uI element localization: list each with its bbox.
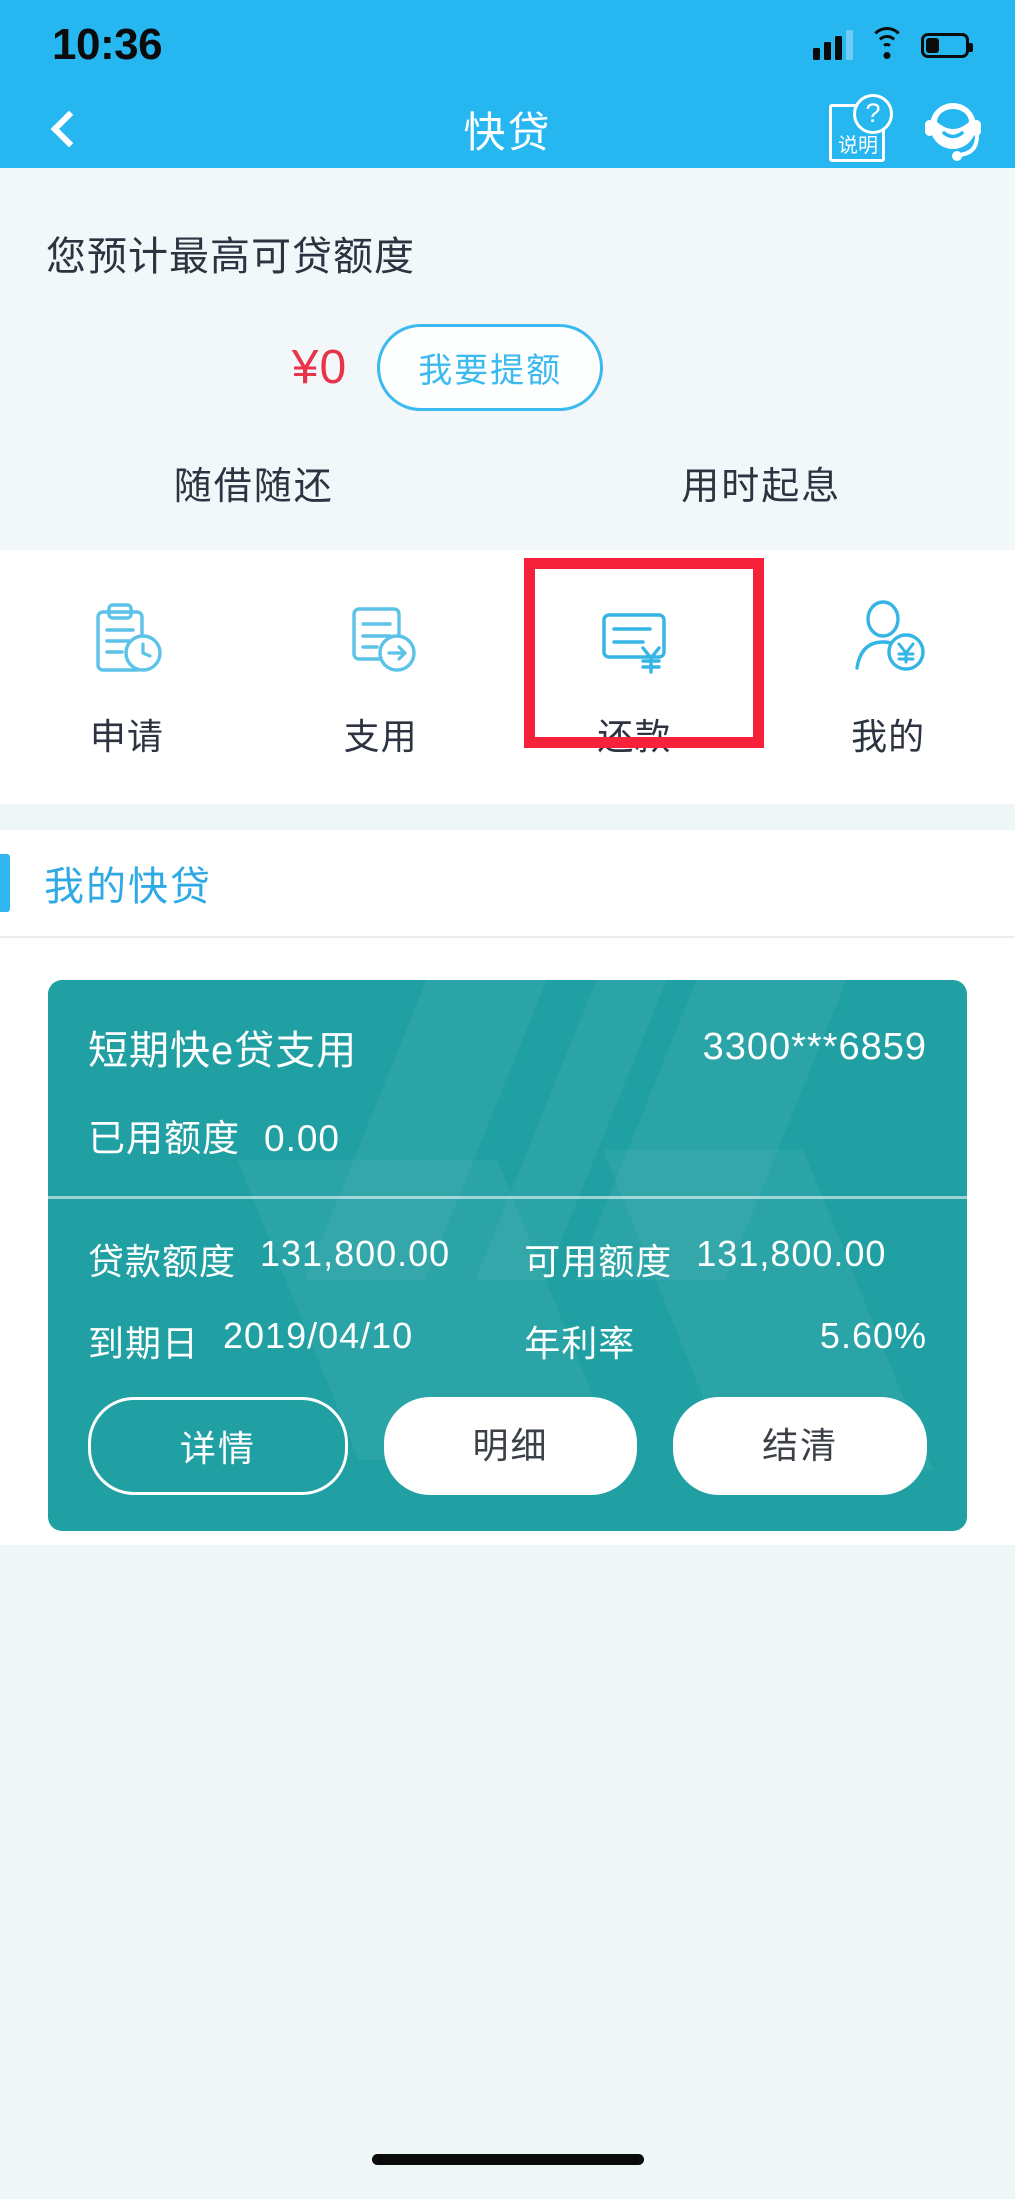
raise-limit-button[interactable]: 我要提额 bbox=[377, 324, 604, 411]
disburse-document-arrow-icon bbox=[342, 600, 420, 678]
loan-terms-row: 到期日 2019/04/10 年利率 5.60% bbox=[88, 1315, 927, 1367]
loan-field-credit-limit: 贷款额度 131,800.00 bbox=[88, 1233, 524, 1285]
nav-bar: 快贷 ? 说明 bbox=[0, 90, 1015, 168]
app-screen: 10:36 快贷 ? 说明 您预计最高可贷额度 ¥0 我要提额 随借随还 用时起… bbox=[0, 0, 1015, 2199]
status-clock: 10:36 bbox=[52, 20, 163, 69]
nav-item-repayment[interactable]: 还款 bbox=[508, 600, 762, 760]
loan-field-due-date-value: 2019/04/10 bbox=[223, 1315, 414, 1356]
status-indicators bbox=[813, 27, 973, 60]
loan-card-actions: 详情 明细 结清 bbox=[88, 1397, 928, 1495]
quota-title: 您预计最高可贷额度 bbox=[46, 235, 415, 279]
loan-field-available-limit-label: 可用额度 bbox=[524, 1241, 673, 1282]
nav-actions: ? 说明 bbox=[829, 93, 989, 165]
loan-settle-button[interactable]: 结清 bbox=[673, 1397, 928, 1495]
loan-account-number: 3300***6859 bbox=[702, 1025, 927, 1068]
back-chevron-icon bbox=[50, 110, 88, 148]
profile-person-yuan-icon bbox=[849, 600, 927, 678]
quota-amount-row: ¥0 我要提额 bbox=[0, 324, 1015, 411]
nav-item-repayment-label: 还款 bbox=[597, 716, 672, 757]
loan-card-title-row: 短期快e贷支用 3300***6859 bbox=[88, 1018, 927, 1076]
nav-item-apply-label: 申请 bbox=[89, 716, 164, 757]
help-label: 说明 bbox=[838, 135, 878, 157]
page-footer-space bbox=[0, 1545, 1015, 2105]
loan-details-button[interactable]: 详情 bbox=[88, 1397, 348, 1495]
quota-amount: ¥0 bbox=[291, 341, 348, 394]
loan-field-due-date-label: 到期日 bbox=[88, 1323, 200, 1364]
status-bar: 10:36 bbox=[0, 0, 1015, 90]
loan-card-wrap: 短期快e贷支用 3300***6859 已用额度 0.00 贷款额度 131,80… bbox=[0, 938, 1015, 1531]
nav-item-apply[interactable]: 申请 bbox=[0, 600, 254, 760]
feature-row: 随借随还 用时起息 bbox=[0, 455, 1015, 550]
customer-service-button[interactable] bbox=[917, 93, 989, 165]
my-loans-header: 我的快贷 bbox=[0, 830, 1015, 938]
loan-statement-button[interactable]: 明细 bbox=[383, 1397, 638, 1495]
loan-card-body: 贷款额度 131,800.00 可用额度 131,800.00 到期日 2019… bbox=[48, 1199, 967, 1531]
home-indicator bbox=[371, 2154, 644, 2165]
loan-field-interest-rate-label: 年利率 bbox=[524, 1323, 636, 1364]
section-gap bbox=[0, 804, 1015, 830]
battery-icon bbox=[921, 32, 973, 58]
loan-card[interactable]: 短期快e贷支用 3300***6859 已用额度 0.00 贷款额度 131,80… bbox=[48, 980, 967, 1531]
feature-item-1: 用时起息 bbox=[681, 466, 842, 508]
loan-used-amount-row: 已用额度 0.00 bbox=[88, 1108, 927, 1162]
loan-field-interest-rate-value: 5.60% bbox=[819, 1315, 927, 1356]
feature-item-0: 随借随还 bbox=[173, 466, 334, 508]
nav-item-disburse-label: 支用 bbox=[343, 716, 418, 757]
loan-field-credit-limit-value: 131,800.00 bbox=[260, 1233, 451, 1274]
wifi-icon bbox=[869, 27, 905, 59]
help-button[interactable]: ? 说明 bbox=[829, 94, 893, 162]
loan-field-due-date: 到期日 2019/04/10 bbox=[88, 1315, 524, 1367]
loan-field-available-limit: 可用额度 131,800.00 bbox=[524, 1233, 927, 1285]
loan-field-credit-limit-label: 贷款额度 bbox=[88, 1241, 237, 1282]
section-accent-bar bbox=[0, 854, 10, 912]
my-loans-title: 我的快贷 bbox=[44, 865, 212, 909]
loan-card-top: 短期快e贷支用 3300***6859 已用额度 0.00 bbox=[48, 980, 967, 1196]
card-tail bbox=[0, 1531, 1015, 1545]
nav-item-profile[interactable]: 我的 bbox=[761, 600, 1015, 760]
nav-item-disburse[interactable]: 支用 bbox=[254, 600, 508, 760]
loan-field-available-limit-value: 131,800.00 bbox=[696, 1233, 887, 1274]
loan-limits-row: 贷款额度 131,800.00 可用额度 131,800.00 bbox=[88, 1233, 927, 1285]
loan-used-value: 0.00 bbox=[264, 1118, 341, 1159]
icon-nav: 申请 支用 还款 我的 bbox=[0, 550, 1015, 804]
loan-field-interest-rate: 年利率 5.60% bbox=[524, 1315, 927, 1367]
loan-product-name: 短期快e贷支用 bbox=[88, 1029, 358, 1073]
nav-item-profile-label: 我的 bbox=[851, 716, 926, 757]
loan-used-label: 已用额度 bbox=[88, 1118, 240, 1159]
application-clipboard-clock-icon bbox=[88, 600, 166, 678]
repayment-note-yuan-icon bbox=[595, 600, 673, 678]
quota-panel: 您预计最高可贷额度 ¥0 我要提额 随借随还 用时起息 bbox=[0, 168, 1015, 550]
customer-service-icon bbox=[925, 103, 981, 161]
question-mark-icon: ? bbox=[853, 94, 893, 134]
cellular-signal-icon bbox=[813, 30, 853, 60]
back-button[interactable] bbox=[34, 94, 104, 164]
